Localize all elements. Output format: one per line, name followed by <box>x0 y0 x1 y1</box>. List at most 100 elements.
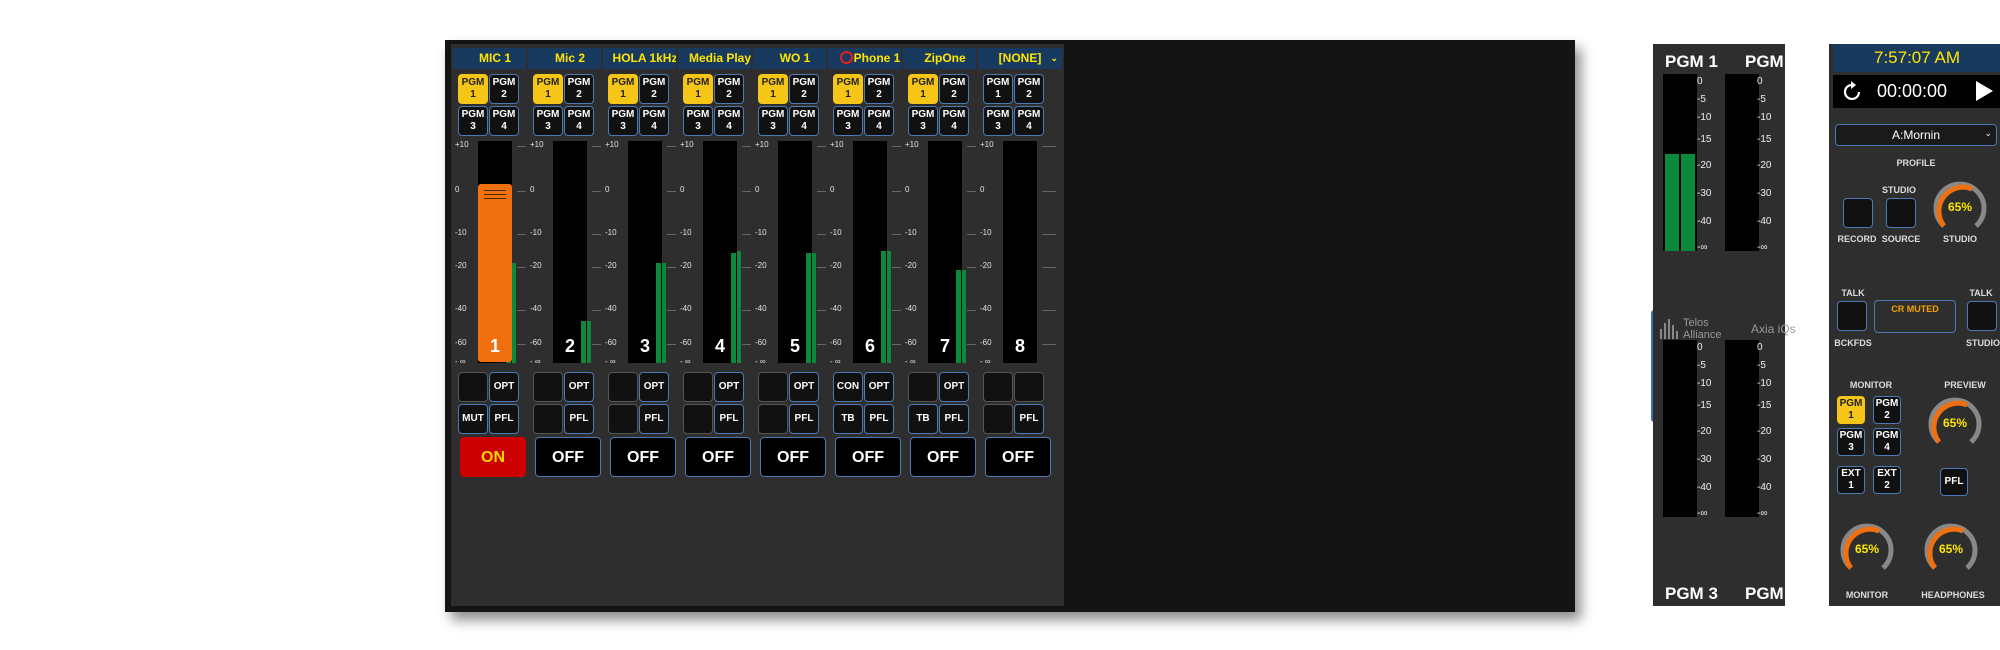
studio-knob[interactable]: 65% <box>1932 180 1988 236</box>
pfl-button[interactable]: PFL <box>564 404 594 434</box>
reset-icon[interactable] <box>1841 80 1865 104</box>
channel-on-off-button[interactable]: OFF <box>610 437 676 477</box>
source-select[interactable]: WO 1⌄ <box>753 48 837 69</box>
pgm-1-assign-button[interactable]: PGM 1 <box>533 74 563 104</box>
pfl-button[interactable]: PFL <box>1014 404 1044 434</box>
pgm-3-assign-button[interactable]: PGM 3 <box>983 106 1013 136</box>
pgm-1-assign-button[interactable]: PGM 1 <box>608 74 638 104</box>
tb-button[interactable]: TB <box>908 404 938 434</box>
monitor-pgm-2-button[interactable]: PGM 2 <box>1873 396 1901 424</box>
opt-button[interactable]: OPT <box>939 372 969 402</box>
pgm-4-assign-button[interactable]: PGM 4 <box>489 106 519 136</box>
pgm-4-assign-button[interactable]: PGM 4 <box>714 106 744 136</box>
mut-button[interactable]: MUT <box>458 404 488 434</box>
opt-button[interactable]: OPT <box>564 372 594 402</box>
opt-button[interactable]: OPT <box>714 372 744 402</box>
scale-label: - ∞ <box>830 357 841 366</box>
pgm-3-assign-button[interactable]: PGM 3 <box>533 106 563 136</box>
tb-button[interactable]: TB <box>833 404 863 434</box>
pfl-button[interactable]: PFL <box>939 404 969 434</box>
pgm-3-assign-button[interactable]: PGM 3 <box>908 106 938 136</box>
source-select[interactable]: HOLA 1kHz⌄ <box>603 48 687 69</box>
opt-button[interactable]: OPT <box>639 372 669 402</box>
opt-button[interactable]: OPT <box>489 372 519 402</box>
pgm-3-assign-button[interactable]: PGM 3 <box>608 106 638 136</box>
channel-on-off-button[interactable]: OFF <box>685 437 751 477</box>
pgm-3-assign-button[interactable]: PGM 3 <box>683 106 713 136</box>
blank-button[interactable] <box>608 372 638 402</box>
monitor-pgm-3-button[interactable]: PGM 3 <box>1837 428 1865 456</box>
monitor-pgm-4-button[interactable]: PGM 4 <box>1873 428 1901 456</box>
blank-button[interactable] <box>533 404 563 434</box>
pgm-4-assign-button[interactable]: PGM 4 <box>639 106 669 136</box>
source-select[interactable]: Phone 1⌄ <box>828 48 912 69</box>
pgm-4-assign-button[interactable]: PGM 4 <box>564 106 594 136</box>
pgm-1-assign-button[interactable]: PGM 1 <box>833 74 863 104</box>
pgm-2-assign-button[interactable]: PGM 2 <box>564 74 594 104</box>
channel-on-off-button[interactable]: OFF <box>910 437 976 477</box>
blank-button[interactable] <box>1014 372 1044 402</box>
preview-knob[interactable]: 65% <box>1927 396 1983 452</box>
blank-button[interactable] <box>533 372 563 402</box>
pgm-2-assign-button[interactable]: PGM 2 <box>714 74 744 104</box>
source-select[interactable]: Mic 2⌄ <box>528 48 612 69</box>
pgm-3-assign-button[interactable]: PGM 3 <box>758 106 788 136</box>
opt-button[interactable]: OPT <box>864 372 894 402</box>
pgm-2-assign-button[interactable]: PGM 2 <box>789 74 819 104</box>
source-select[interactable]: Media Play⌄ <box>678 48 762 69</box>
channel-on-off-button[interactable]: OFF <box>985 437 1051 477</box>
source-button[interactable] <box>1886 198 1916 228</box>
monitor-pgm-1-button[interactable]: PGM 1 <box>1837 396 1865 424</box>
blank-button[interactable] <box>908 372 938 402</box>
pgm-2-assign-button[interactable]: PGM 2 <box>489 74 519 104</box>
opt-button[interactable]: OPT <box>789 372 819 402</box>
pgm-4-assign-button[interactable]: PGM 4 <box>939 106 969 136</box>
pgm-2-assign-button[interactable]: PGM 2 <box>939 74 969 104</box>
pfl-button[interactable]: PFL <box>489 404 519 434</box>
pgm-1-assign-button[interactable]: PGM 1 <box>983 74 1013 104</box>
headphones-knob[interactable]: 65% <box>1923 522 1979 578</box>
channel-on-off-button[interactable]: OFF <box>535 437 601 477</box>
monitor-knob[interactable]: 65% <box>1839 522 1895 578</box>
source-select[interactable]: ZipOne⌄ <box>903 48 987 69</box>
pgm-2-assign-button[interactable]: PGM 2 <box>1014 74 1044 104</box>
blank-button[interactable] <box>758 404 788 434</box>
pgm-4-assign-button[interactable]: PGM 4 <box>864 106 894 136</box>
pfl-preview-button[interactable]: PFL <box>1940 468 1968 496</box>
monitor-ext-1-button[interactable]: EXT 1 <box>1837 466 1865 494</box>
blank-button[interactable] <box>608 404 638 434</box>
monitor-ext-2-button[interactable]: EXT 2 <box>1873 466 1901 494</box>
pgm-3-assign-button[interactable]: PGM 3 <box>833 106 863 136</box>
pgm-4-assign-button[interactable]: PGM 4 <box>1014 106 1044 136</box>
pgm-1-assign-button[interactable]: PGM 1 <box>908 74 938 104</box>
channel-on-off-button[interactable]: OFF <box>835 437 901 477</box>
pgm-3-assign-button[interactable]: PGM 3 <box>458 106 488 136</box>
channel-on-off-button[interactable]: OFF <box>760 437 826 477</box>
pfl-button[interactable]: PFL <box>789 404 819 434</box>
pfl-button[interactable]: PFL <box>864 404 894 434</box>
blank-button[interactable] <box>683 404 713 434</box>
pgm-4-assign-button[interactable]: PGM 4 <box>789 106 819 136</box>
record-button[interactable] <box>1843 198 1873 228</box>
meter-bar-right <box>887 251 891 363</box>
pfl-button[interactable]: PFL <box>639 404 669 434</box>
blank-button[interactable] <box>983 404 1013 434</box>
play-icon[interactable] <box>1973 79 1995 103</box>
blank-button[interactable] <box>758 372 788 402</box>
pgm-2-assign-button[interactable]: PGM 2 <box>864 74 894 104</box>
con-button[interactable]: CON <box>833 372 863 402</box>
talk-studio-button[interactable] <box>1967 301 1997 331</box>
blank-button[interactable] <box>458 372 488 402</box>
pgm-1-assign-button[interactable]: PGM 1 <box>758 74 788 104</box>
source-select[interactable]: [NONE] ⌄ <box>978 48 1062 69</box>
blank-button[interactable] <box>683 372 713 402</box>
channel-on-off-button[interactable]: ON <box>460 437 526 477</box>
talk-bckfds-button[interactable] <box>1837 301 1867 331</box>
blank-button[interactable] <box>983 372 1013 402</box>
profile-select[interactable]: A:Mornin ⌄ <box>1835 124 1997 146</box>
pgm-1-assign-button[interactable]: PGM 1 <box>683 74 713 104</box>
pgm-2-assign-button[interactable]: PGM 2 <box>639 74 669 104</box>
source-select[interactable]: MIC 1⌄ <box>453 48 537 69</box>
pgm-1-assign-button[interactable]: PGM 1 <box>458 74 488 104</box>
pfl-button[interactable]: PFL <box>714 404 744 434</box>
